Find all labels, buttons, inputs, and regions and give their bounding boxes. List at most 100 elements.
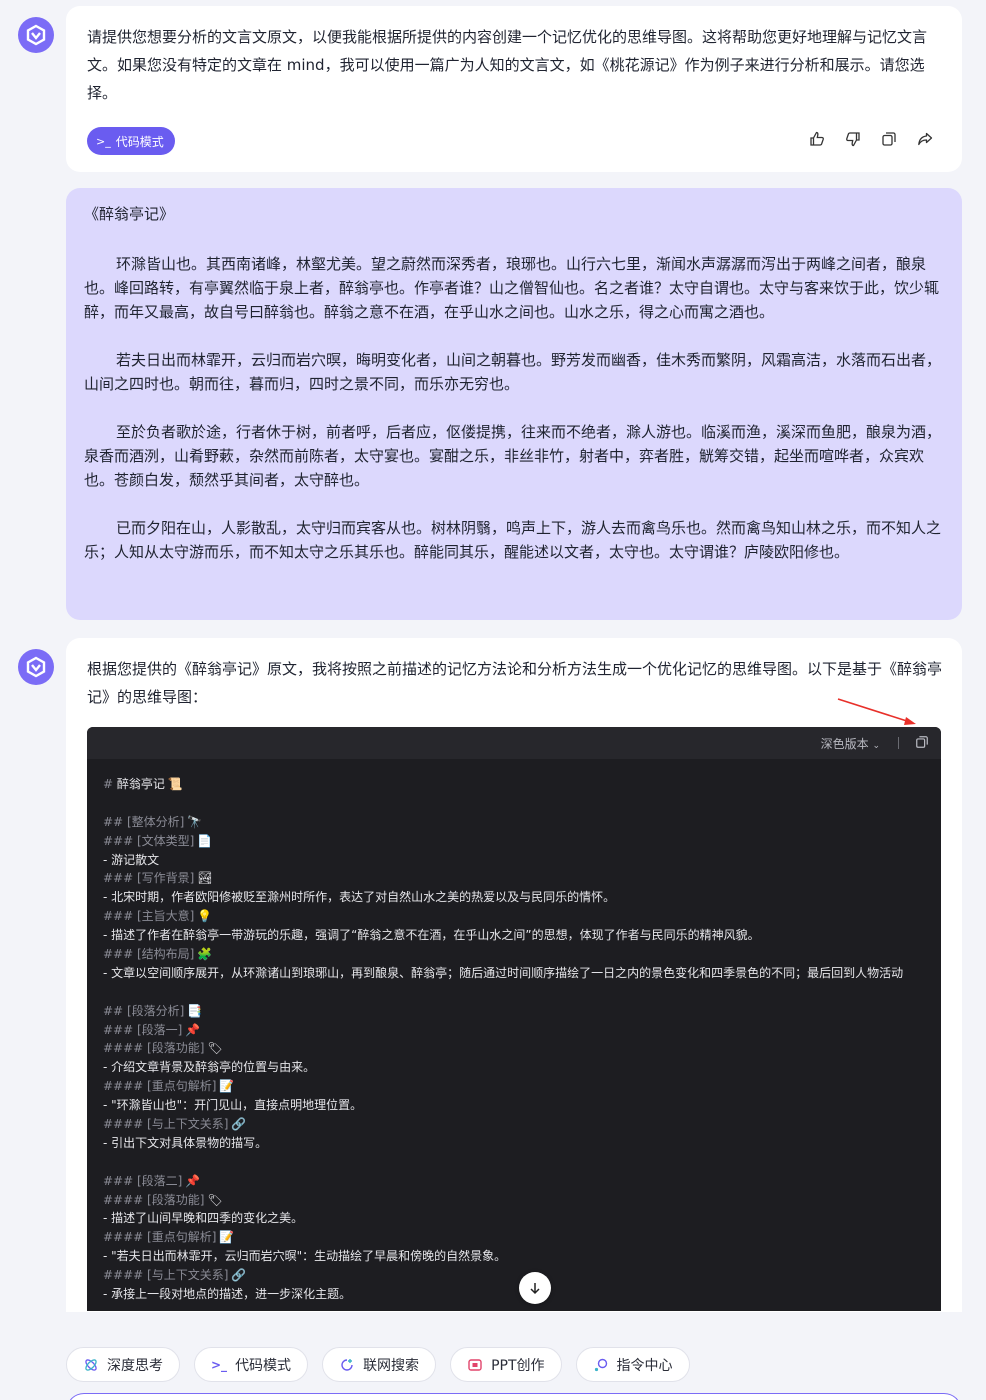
code-line-text: [与上下文关系] (147, 1268, 229, 1283)
chip-ppt[interactable]: PPT创作 (450, 1347, 562, 1382)
deep-think-icon (85, 1358, 97, 1371)
emoji-icon: 🔗 (231, 1268, 247, 1283)
code-block: 深色版本 ⌄ # 醉翁亭记 📜 ## [整体分析] 🔭 ### [文体类型] 📄 - 游记… (87, 727, 941, 1311)
code-mode-tag[interactable]: >_ 代码模式 (87, 127, 175, 155)
user-message-title: 《醉翁亭记》 (84, 205, 175, 223)
markdown-heading-marker: # (103, 777, 117, 791)
code-line: - 描述了作者在醉翁亭一带游玩的乐趣，强调了“醉翁之意不在酒，在乎山水之间”的思… (103, 926, 941, 945)
copy-icon[interactable] (880, 130, 898, 148)
emoji-icon: 🧩 (197, 947, 213, 962)
emoji-icon: 🔗 (231, 1117, 247, 1132)
chip-code-mode[interactable]: >_ 代码模式 (194, 1347, 309, 1382)
code-line-text: - 描述了山间早晚和四季的变化之美。 (103, 1211, 304, 1226)
chip-label: 代码模式 (235, 1357, 292, 1374)
markdown-heading-marker: ## (103, 814, 127, 829)
code-mode-tag-label: 代码模式 (115, 134, 164, 149)
markdown-heading-marker: #### (103, 1117, 148, 1132)
assistant-message-text: 请提供您想要分析的文言文原文，以便我能根据所提供的内容创建一个记忆优化的思维导图… (87, 28, 928, 102)
emoji-icon: 🏷 (207, 1192, 223, 1207)
emoji-icon: 📌 (185, 1022, 201, 1037)
chip-command-center[interactable]: 指令中心 (575, 1347, 690, 1382)
code-line: ### [段落一] 📌 (103, 1021, 941, 1040)
emoji-icon: 💡 (197, 909, 213, 924)
code-line-text: [结构布局] (136, 947, 195, 962)
arrow-down-icon (530, 1283, 540, 1295)
chip-web-search[interactable]: 联网搜索 (322, 1347, 437, 1382)
code-line-text: - 文章以空间顺序展开，从环滁诸山到琅琊山，再到酿泉、醉翁亭；随后通过时间顺序描… (103, 965, 904, 980)
header-divider (898, 737, 899, 749)
code-line: # 醉翁亭记 📜 (103, 775, 941, 794)
chip-label: 深度思考 (107, 1357, 163, 1374)
code-line: #### [与上下文关系] 🔗 (103, 1115, 941, 1134)
code-line: ### [结构布局] 🧩 (103, 945, 941, 964)
code-line: - 介绍文章背景及醉翁亭的位置与由来。 (103, 1058, 941, 1077)
code-line-text: - "环滁皆山也"：开门见山，直接点明地理位置。 (103, 1098, 363, 1113)
user-paragraph-1: 环滁皆山也。其西南诸峰，林壑尤美。望之蔚然而深秀者，琅琊也。山行六七里，渐闻水声… (84, 255, 940, 321)
scroll-down-button[interactable] (519, 1272, 551, 1304)
code-line: - 文章以空间顺序展开，从环滁诸山到琅琊山，再到酿泉、醉翁亭；随后通过时间顺序描… (103, 964, 941, 983)
code-line: - "环滁皆山也"：开门见山，直接点明地理位置。 (103, 1096, 941, 1115)
code-line: - 描述了山间早晚和四季的变化之美。 (103, 1209, 941, 1228)
code-line: - 北宋时期，作者欧阳修被贬至滁州时所作，表达了对自然山水之美的热爱以及与民同乐… (103, 888, 941, 907)
assistant-message-1: 请提供您想要分析的文言文原文，以便我能根据所提供的内容创建一个记忆优化的思维导图… (66, 6, 962, 172)
markdown-heading-marker: ### (103, 833, 137, 848)
emoji-icon: 📜 (167, 777, 183, 791)
code-line-text: [重点句解析] (147, 1079, 217, 1094)
chip-deep-think[interactable]: 深度思考 (66, 1347, 180, 1382)
share-icon[interactable] (916, 130, 934, 148)
chip-label: 指令中心 (616, 1357, 673, 1374)
code-line-text: [写作背景] (136, 871, 195, 886)
user-message: 《醉翁亭记》 环滁皆山也。其西南诸峰，林壑尤美。望之蔚然而深秀者，琅琊也。山行六… (66, 188, 962, 620)
code-line: ### [写作背景] 🏞 (103, 869, 941, 888)
code-line-text: - 引出下文对具体景物的描写。 (103, 1135, 268, 1150)
assistant-logo-icon (26, 656, 46, 678)
terminal-icon: >_ (96, 134, 111, 148)
code-line-text: [段落功能] (147, 1041, 205, 1056)
thumbs-down-icon[interactable] (844, 130, 862, 148)
code-line: - 引出下文对具体景物的描写。 (103, 1134, 941, 1153)
code-theme-select[interactable]: 深色版本 ⌄ (821, 735, 880, 752)
emoji-icon: 🔭 (187, 814, 203, 829)
thumbs-up-icon[interactable] (808, 130, 826, 148)
code-line-text: - 承接上一段对地点的描述，进一步深化主题。 (103, 1287, 352, 1302)
code-line-text: [主旨大意] (136, 909, 195, 924)
code-line: #### [段落功能] 🏷 (103, 1191, 941, 1210)
user-paragraph-2: 若夫日出而林霏开，云归而岩穴暝，晦明变化者，山间之朝暮也。野芳发而幽香，佳木秀而… (84, 351, 942, 393)
markdown-heading-marker: ### (103, 1173, 137, 1188)
emoji-icon: 📑 (187, 1003, 203, 1018)
emoji-icon: 📝 (219, 1230, 235, 1245)
assistant-logo-icon (26, 24, 46, 46)
code-line: #### [段落功能] 🏷 (103, 1039, 941, 1058)
code-line: ### [文体类型] 📄 (103, 832, 941, 851)
user-paragraph-4: 已而夕阳在山，人影散乱，太守归而宾客从也。树林阴翳，鸣声上下，游人去而禽鸟乐也。… (84, 519, 942, 561)
code-line-text: [段落功能] (147, 1192, 205, 1207)
web-search-icon (341, 1358, 353, 1371)
emoji-icon: 🏷 (207, 1041, 223, 1056)
markdown-heading-marker: #### (103, 1192, 148, 1207)
chat-input[interactable] (66, 1393, 962, 1400)
tool-bar: 深度思考 >_ 代码模式 联网搜索 PPT创作 指令中心 (66, 1347, 690, 1382)
code-theme-label: 深色版本 (820, 736, 869, 751)
markdown-heading-marker: #### (103, 1230, 148, 1245)
code-line-text: [与上下文关系] (147, 1117, 229, 1132)
code-copy-icon[interactable] (915, 735, 929, 752)
code-line-text: - 介绍文章背景及醉翁亭的位置与由来。 (103, 1060, 316, 1075)
annotation-arrow (837, 698, 916, 725)
assistant-avatar-2 (18, 649, 54, 685)
code-line: ### [段落二] 📌 (103, 1172, 941, 1191)
emoji-icon: 📄 (197, 833, 213, 848)
user-paragraph-3: 至於负者歌於途，行者休于树，前者呼，后者应，伛偻提携，往来而不绝者，滁人游也。临… (84, 423, 942, 489)
markdown-heading-marker: ### (103, 871, 137, 886)
markdown-heading-marker: #### (103, 1268, 148, 1283)
code-line: #### [重点句解析] 📝 (103, 1228, 941, 1247)
code-line-text: [重点句解析] (147, 1230, 217, 1245)
assistant-message-2: 根据您提供的《醉翁亭记》原文，我将按照之前描述的记忆方法论和分析方法生成一个优化… (66, 638, 962, 1312)
code-line-text: - 游记散文 (103, 852, 160, 867)
code-content: # 醉翁亭记 📜 ## [整体分析] 🔭 ### [文体类型] 📄 - 游记散文 ### [… (87, 759, 941, 1304)
ppt-icon (468, 1358, 482, 1371)
assistant-avatar (18, 17, 54, 53)
markdown-heading-marker: #### (103, 1041, 148, 1056)
code-line-text: [段落分析] (126, 1003, 185, 1018)
